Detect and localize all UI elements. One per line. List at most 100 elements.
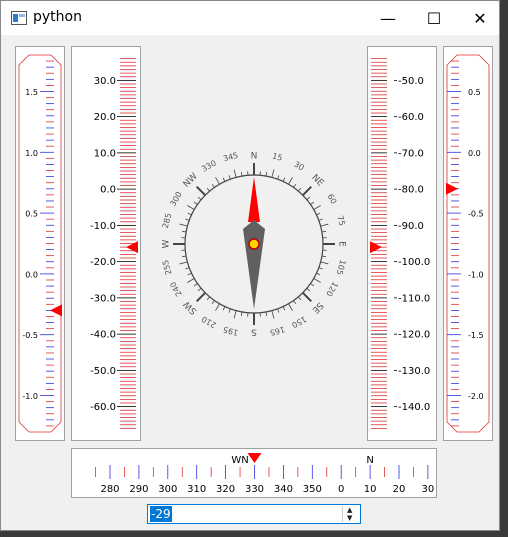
compass-label: S [251,327,257,337]
gauge-label: 0.5 [25,210,38,219]
gauge-label: 0.0 [100,185,116,196]
compass-tick [193,201,198,205]
close-button[interactable]: ✕ [457,1,503,35]
compass-tick [233,310,237,319]
compass-tick [206,296,210,301]
compass-tick [306,196,311,200]
compass-tick [196,292,206,302]
gauge-label: -10.0 [90,221,116,232]
compass-tick [182,230,187,233]
compass-label: 240 [168,280,183,298]
right-small-gauge: 0.5 0.0 -0.5 -1.0 -1.5 -2.0 [443,46,493,441]
strip-label: 300 [158,484,177,495]
compass-label: 210 [200,314,218,329]
compass-tick [196,186,206,196]
compass-tick [240,172,243,177]
compass-tick [298,296,302,301]
spinbox-value[interactable]: -29 [150,506,172,522]
gauge-label: -60.0 [90,402,116,413]
compass-label: 15 [271,151,283,162]
compass-tick [321,230,326,233]
strip-label: 0 [338,484,344,495]
compass-label: 330 [200,158,218,173]
spin-down-icon[interactable]: ▼ [347,514,352,522]
compass-tick [215,303,220,311]
gauge-label: 10.0 [94,148,116,159]
compass-label: 285 [161,212,174,229]
compass-tick [222,177,226,182]
gauge-label: -1.0 [468,270,484,279]
left-big-gauge: 30.0 20.0 10.0 0.0 -10.0 -20.0 -30.0 -40.0 -50.0… [71,46,141,441]
gauge-label: -20.0 [90,257,116,268]
gauge-label: 20.0 [94,112,116,123]
compass-tick [197,196,202,200]
title-bar[interactable]: python — ☐ ✕ [1,1,499,35]
compass-tick [288,303,293,311]
compass-tick [302,186,312,196]
compass-tick [293,183,297,188]
spinbox-buttons: ▲ ▼ [342,506,359,522]
compass-tick [282,306,286,311]
gauge-label: 1.5 [25,88,38,97]
compass-tick [182,255,187,258]
strip-label: 290 [129,484,148,495]
gauge-marker-icon [370,241,382,254]
compass-tick [211,300,215,305]
gauge-label: -90.0 [398,221,424,232]
compass-tick [193,283,198,287]
gauge-label: -40.0 [90,330,116,341]
compass-label: 150 [290,314,308,329]
gauge-label: 0.0 [25,270,38,279]
compass-tick [271,169,275,178]
compass-label: 105 [335,259,348,276]
spin-up-icon[interactable]: ▲ [347,506,352,514]
maximize-button[interactable]: ☐ [411,1,457,35]
compass-tick [282,177,286,182]
gauge-label: -1.5 [468,331,484,340]
gauge-label: 1.0 [25,149,38,158]
compass-tick [271,310,275,319]
right-big-gauge: -50.0 -60.0 -70.0 -80.0 -90.0 -100.0 -110.0 -12… [367,46,437,441]
gauge-label: -120.0 [398,330,430,341]
compass-tick [265,172,268,177]
compass-tick [179,223,188,227]
compass-tick [187,272,192,276]
compass-label: 255 [161,259,174,276]
left-big-gauge-svg: 30.0 20.0 10.0 0.0 -10.0 -20.0 -30.0 -40.0 -50.0… [90,58,138,429]
compass-label: 195 [222,325,239,338]
compass-center-icon [248,238,260,250]
gauge-label: -140.0 [398,402,430,413]
minimize-button[interactable]: — [365,1,411,35]
gauge-label: -50.0 [398,76,424,87]
right-small-gauge-svg: 0.5 0.0 -0.5 -1.0 -1.5 -2.0 [446,54,490,433]
value-spinbox[interactable]: -29 ▲ ▼ [147,504,361,524]
strip-label: 10 [364,484,377,495]
strip-marker-icon [247,453,262,463]
left-small-gauge-svg: 1.5 1.0 0.5 0.0 -0.5 -1.0 [18,54,62,433]
compass-label: 30 [292,160,305,173]
heading-strip-svg: 280 290 300 310 320 330 340 350 0 10 20 30 WN N [95,453,434,495]
compass-tick [277,308,280,313]
compass-label: 120 [324,280,339,298]
gauge-label: -2.0 [468,392,484,401]
compass-tick [187,212,192,216]
gauge-label: -70.0 [398,148,424,159]
strip-direction-wn: WN [231,455,248,466]
gauge-label: 0.5 [468,88,481,97]
compass-tick [185,267,190,270]
gauge-outline [18,54,62,433]
strip-label: 280 [100,484,119,495]
gauge-label: -1.0 [22,392,38,401]
compass-label: 75 [335,215,346,227]
gauge-label: -100.0 [398,257,430,268]
compass-label: 60 [325,192,338,205]
strip-label: 320 [216,484,235,495]
strip-label: 340 [274,484,293,495]
compass-tick [318,218,323,221]
compass-label: 345 [222,151,239,164]
compass-tick [310,283,315,287]
gauge-label: -60.0 [398,112,424,123]
compass-tick [313,205,321,210]
compass-label: SE [310,300,325,315]
compass-tick [288,177,293,185]
